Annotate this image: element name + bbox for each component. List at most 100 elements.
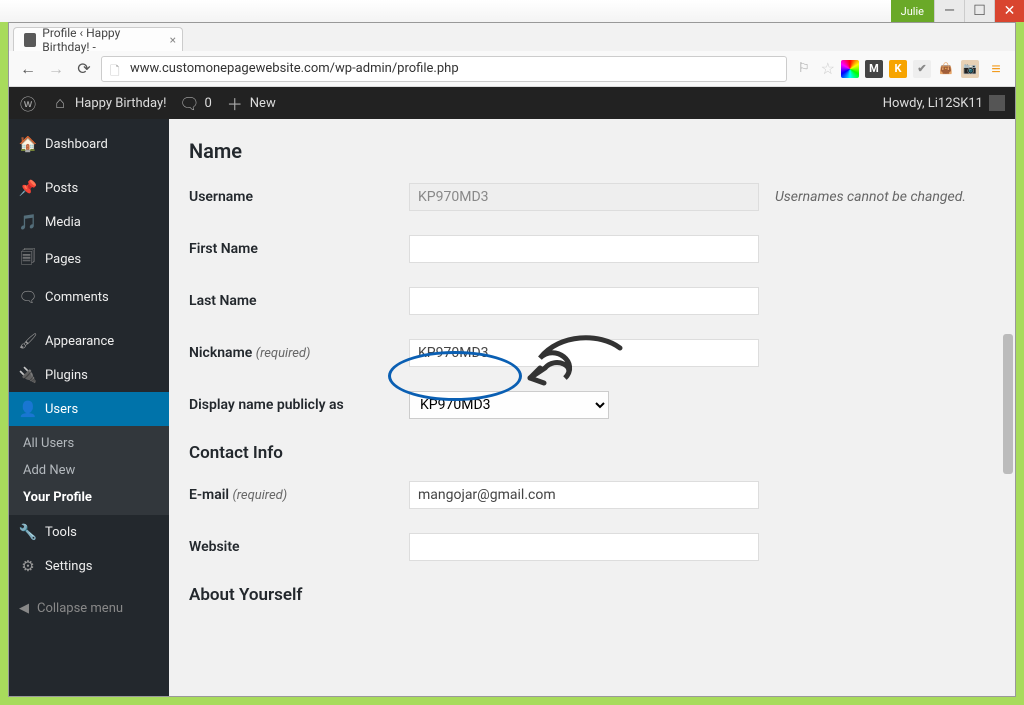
url-bar[interactable]: 🗋 www.customonepagewebsite.com/wp-admin/… xyxy=(101,56,787,82)
reload-button[interactable]: ⟳ xyxy=(73,58,95,80)
plus-icon: ＋ xyxy=(226,94,244,112)
site-name[interactable]: ⌂ Happy Birthday! xyxy=(51,94,166,112)
sidebar-item-plugins[interactable]: 🔌 Plugins xyxy=(9,358,169,392)
sidebar-item-label: Plugins xyxy=(45,368,88,383)
collapse-icon: ◀ xyxy=(19,601,29,616)
row-firstname: First Name xyxy=(189,235,995,263)
lastname-input[interactable] xyxy=(409,287,759,315)
avatar xyxy=(989,95,1005,111)
row-email: E-mail (required) xyxy=(189,481,995,509)
window-titlebar: Julie — ☐ ✕ xyxy=(0,0,1024,22)
firstname-input[interactable] xyxy=(409,235,759,263)
email-input[interactable] xyxy=(409,481,759,509)
ext-icon-camera[interactable]: 📷 xyxy=(961,60,979,78)
posts-icon: 📌 xyxy=(19,179,37,197)
row-website: Website xyxy=(189,533,995,561)
window-user-label: Julie xyxy=(891,0,934,22)
users-submenu: All Users Add New Your Profile xyxy=(9,426,169,515)
dashboard-icon: 🏠 xyxy=(19,135,37,153)
plugins-icon: 🔌 xyxy=(19,366,37,384)
tab-favicon xyxy=(24,33,36,47)
sidebar-item-label: Media xyxy=(45,215,81,230)
url-text: www.customonepagewebsite.com/wp-admin/pr… xyxy=(130,61,459,76)
home-icon: ⌂ xyxy=(51,94,69,112)
browser-nav-row: ← → ⟳ 🗋 www.customonepagewebsite.com/wp-… xyxy=(9,51,1015,87)
wp-adminbar: ⓦ ⌂Happy Birthday! 🗨0 ＋New Howdy, Li12SK… xyxy=(9,87,1015,119)
sidebar-item-tools[interactable]: 🔧 Tools xyxy=(9,515,169,549)
window-maximize-button[interactable]: ☐ xyxy=(964,0,994,22)
new-content[interactable]: ＋ New xyxy=(226,94,276,112)
wp-admin: ⓦ ⌂Happy Birthday! 🗨0 ＋New Howdy, Li12SK… xyxy=(9,87,1015,696)
row-username: Username Usernames cannot be changed. xyxy=(189,183,995,211)
tools-icon: 🔧 xyxy=(19,523,37,541)
collapse-menu[interactable]: ◀ Collapse menu xyxy=(9,593,169,624)
ext-icon-k[interactable]: K xyxy=(889,60,907,78)
submenu-all-users[interactable]: All Users xyxy=(9,430,169,457)
wp-logo[interactable]: ⓦ xyxy=(19,94,37,112)
sidebar-item-settings[interactable]: ⚙Settings xyxy=(9,549,169,583)
media-icon: 🎵 xyxy=(19,213,37,231)
sidebar-item-dashboard[interactable]: 🏠 Dashboard xyxy=(9,127,169,161)
forward-button[interactable]: → xyxy=(45,58,67,80)
section-heading-about: About Yourself xyxy=(189,585,995,605)
row-displayname: Display name publicly as KP970MD3 xyxy=(189,391,995,419)
tab-close-icon[interactable]: × xyxy=(170,33,176,47)
back-button[interactable]: ← xyxy=(17,58,39,80)
tab-title: Profile ‹ Happy Birthday! - xyxy=(42,26,160,54)
section-heading-contact: Contact Info xyxy=(189,443,995,463)
nickname-label: Nickname (required) xyxy=(189,345,409,361)
displayname-select[interactable]: KP970MD3 xyxy=(409,391,609,419)
browser-tabstrip: Profile ‹ Happy Birthday! - × xyxy=(9,23,1015,51)
flag-icon[interactable]: ⚐ xyxy=(793,58,815,80)
howdy-account[interactable]: Howdy, Li12SK11 xyxy=(883,95,1005,111)
ext-icon-color[interactable] xyxy=(841,60,859,78)
comments-icon: 🗨 xyxy=(19,288,37,306)
extension-icons: ⚐ ☆ M K ✔ 👜 📷 ≡ xyxy=(793,58,1007,80)
browser-window: Profile ‹ Happy Birthday! - × ← → ⟳ 🗋 ww… xyxy=(8,22,1016,697)
sidebar-item-media[interactable]: 🎵 Media xyxy=(9,205,169,239)
username-input xyxy=(409,183,759,211)
pages-icon: 🗐 xyxy=(19,247,37,272)
sidebar-item-pages[interactable]: 🗐 Pages xyxy=(9,239,169,280)
window-minimize-button[interactable]: — xyxy=(934,0,964,22)
chrome-menu-icon[interactable]: ≡ xyxy=(985,58,1007,80)
sidebar-item-label: Tools xyxy=(45,525,77,540)
submenu-your-profile[interactable]: Your Profile xyxy=(9,484,169,511)
scrollbar-thumb[interactable] xyxy=(1003,334,1013,474)
window-close-button[interactable]: ✕ xyxy=(994,0,1024,22)
lastname-label: Last Name xyxy=(189,293,409,309)
browser-tab[interactable]: Profile ‹ Happy Birthday! - × xyxy=(13,27,183,51)
comment-icon: 🗨 xyxy=(180,94,198,112)
ext-icon-check[interactable]: ✔ xyxy=(913,60,931,78)
sidebar-item-label: Comments xyxy=(45,290,109,305)
nickname-input[interactable] xyxy=(409,339,759,367)
sidebar-item-label: Posts xyxy=(45,181,78,196)
username-label: Username xyxy=(189,189,409,205)
ext-icon-m[interactable]: M xyxy=(865,60,883,78)
new-label: New xyxy=(250,96,276,111)
submenu-add-new[interactable]: Add New xyxy=(9,457,169,484)
sidebar-item-label: Dashboard xyxy=(45,137,108,152)
comments-count: 0 xyxy=(204,96,211,111)
displayname-label: Display name publicly as xyxy=(189,397,409,413)
admin-sidebar: 🏠 Dashboard 📌 Posts 🎵 Media 🗐 Pages 🗨 Comment… xyxy=(9,119,169,696)
wordpress-icon: ⓦ xyxy=(19,94,37,112)
website-input[interactable] xyxy=(409,533,759,561)
vertical-scrollbar[interactable] xyxy=(1003,184,1013,692)
bookmark-star-icon[interactable]: ☆ xyxy=(821,59,835,78)
sidebar-item-comments[interactable]: 🗨 Comments xyxy=(9,280,169,314)
appearance-icon: 🖌 xyxy=(19,332,37,350)
comments-link[interactable]: 🗨0 xyxy=(180,94,211,112)
collapse-label: Collapse menu xyxy=(37,601,123,616)
users-icon: 👤 xyxy=(19,400,37,418)
sidebar-item-label: Settings xyxy=(45,559,92,574)
profile-form: Name Username Usernames cannot be change… xyxy=(169,119,1015,696)
site-title-label: Happy Birthday! xyxy=(75,96,166,111)
sidebar-item-posts[interactable]: 📌 Posts xyxy=(9,171,169,205)
sidebar-item-label: Users xyxy=(45,402,78,417)
sidebar-item-appearance[interactable]: 🖌Appearance xyxy=(9,324,169,358)
sidebar-item-users[interactable]: 👤 Users xyxy=(9,392,169,426)
firstname-label: First Name xyxy=(189,241,409,257)
ext-icon-bag[interactable]: 👜 xyxy=(937,60,955,78)
sidebar-item-label: Pages xyxy=(45,252,81,267)
